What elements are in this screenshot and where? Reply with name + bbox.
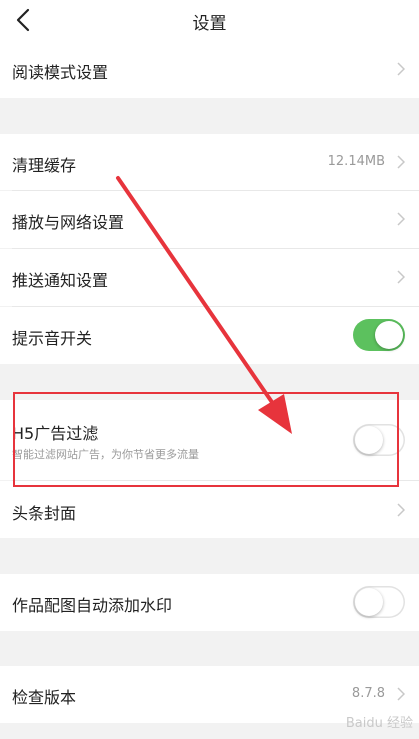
playback-network-row[interactable]: 播放与网络设置 — [0, 191, 419, 248]
clear-cache-row[interactable]: 清理缓存 12.14MB — [0, 134, 419, 190]
check-version-label: 检查版本 — [12, 688, 77, 707]
toggle-knob — [375, 321, 403, 349]
reading-mode-label: 阅读模式设置 — [12, 63, 109, 82]
toggle-knob — [355, 588, 383, 616]
push-notification-label: 推送通知设置 — [12, 271, 109, 290]
navigation-bar: 设置 — [0, 0, 419, 40]
chevron-right-icon — [397, 503, 405, 517]
push-notification-row[interactable]: 推送通知设置 — [0, 249, 419, 306]
sound-toggle-label: 提示音开关 — [12, 329, 93, 348]
chevron-right-icon — [397, 62, 405, 76]
watermark-text: Baidu 经验 — [345, 716, 413, 731]
chevron-right-icon — [397, 687, 405, 701]
cache-size-value: 12.14MB — [327, 154, 385, 169]
watermark-row: 作品配图自动添加水印 — [0, 574, 419, 631]
chevron-right-icon — [397, 212, 405, 226]
page-title: 设置 — [192, 14, 227, 34]
clear-cache-label: 清理缓存 — [12, 156, 77, 175]
highlight-box — [13, 392, 399, 487]
headline-cover-label: 头条封面 — [12, 504, 77, 523]
sound-toggle-row: 提示音开关 — [0, 307, 419, 364]
version-value: 8.7.8 — [351, 686, 385, 701]
reading-mode-row[interactable]: 阅读模式设置 — [0, 40, 419, 98]
sound-toggle-switch[interactable] — [353, 319, 405, 351]
watermark-switch[interactable] — [353, 586, 405, 618]
headline-cover-row[interactable]: 头条封面 — [0, 481, 419, 538]
playback-network-label: 播放与网络设置 — [12, 213, 125, 232]
watermark-label: 作品配图自动添加水印 — [12, 596, 173, 615]
chevron-right-icon — [397, 270, 405, 284]
chevron-right-icon — [397, 155, 405, 169]
